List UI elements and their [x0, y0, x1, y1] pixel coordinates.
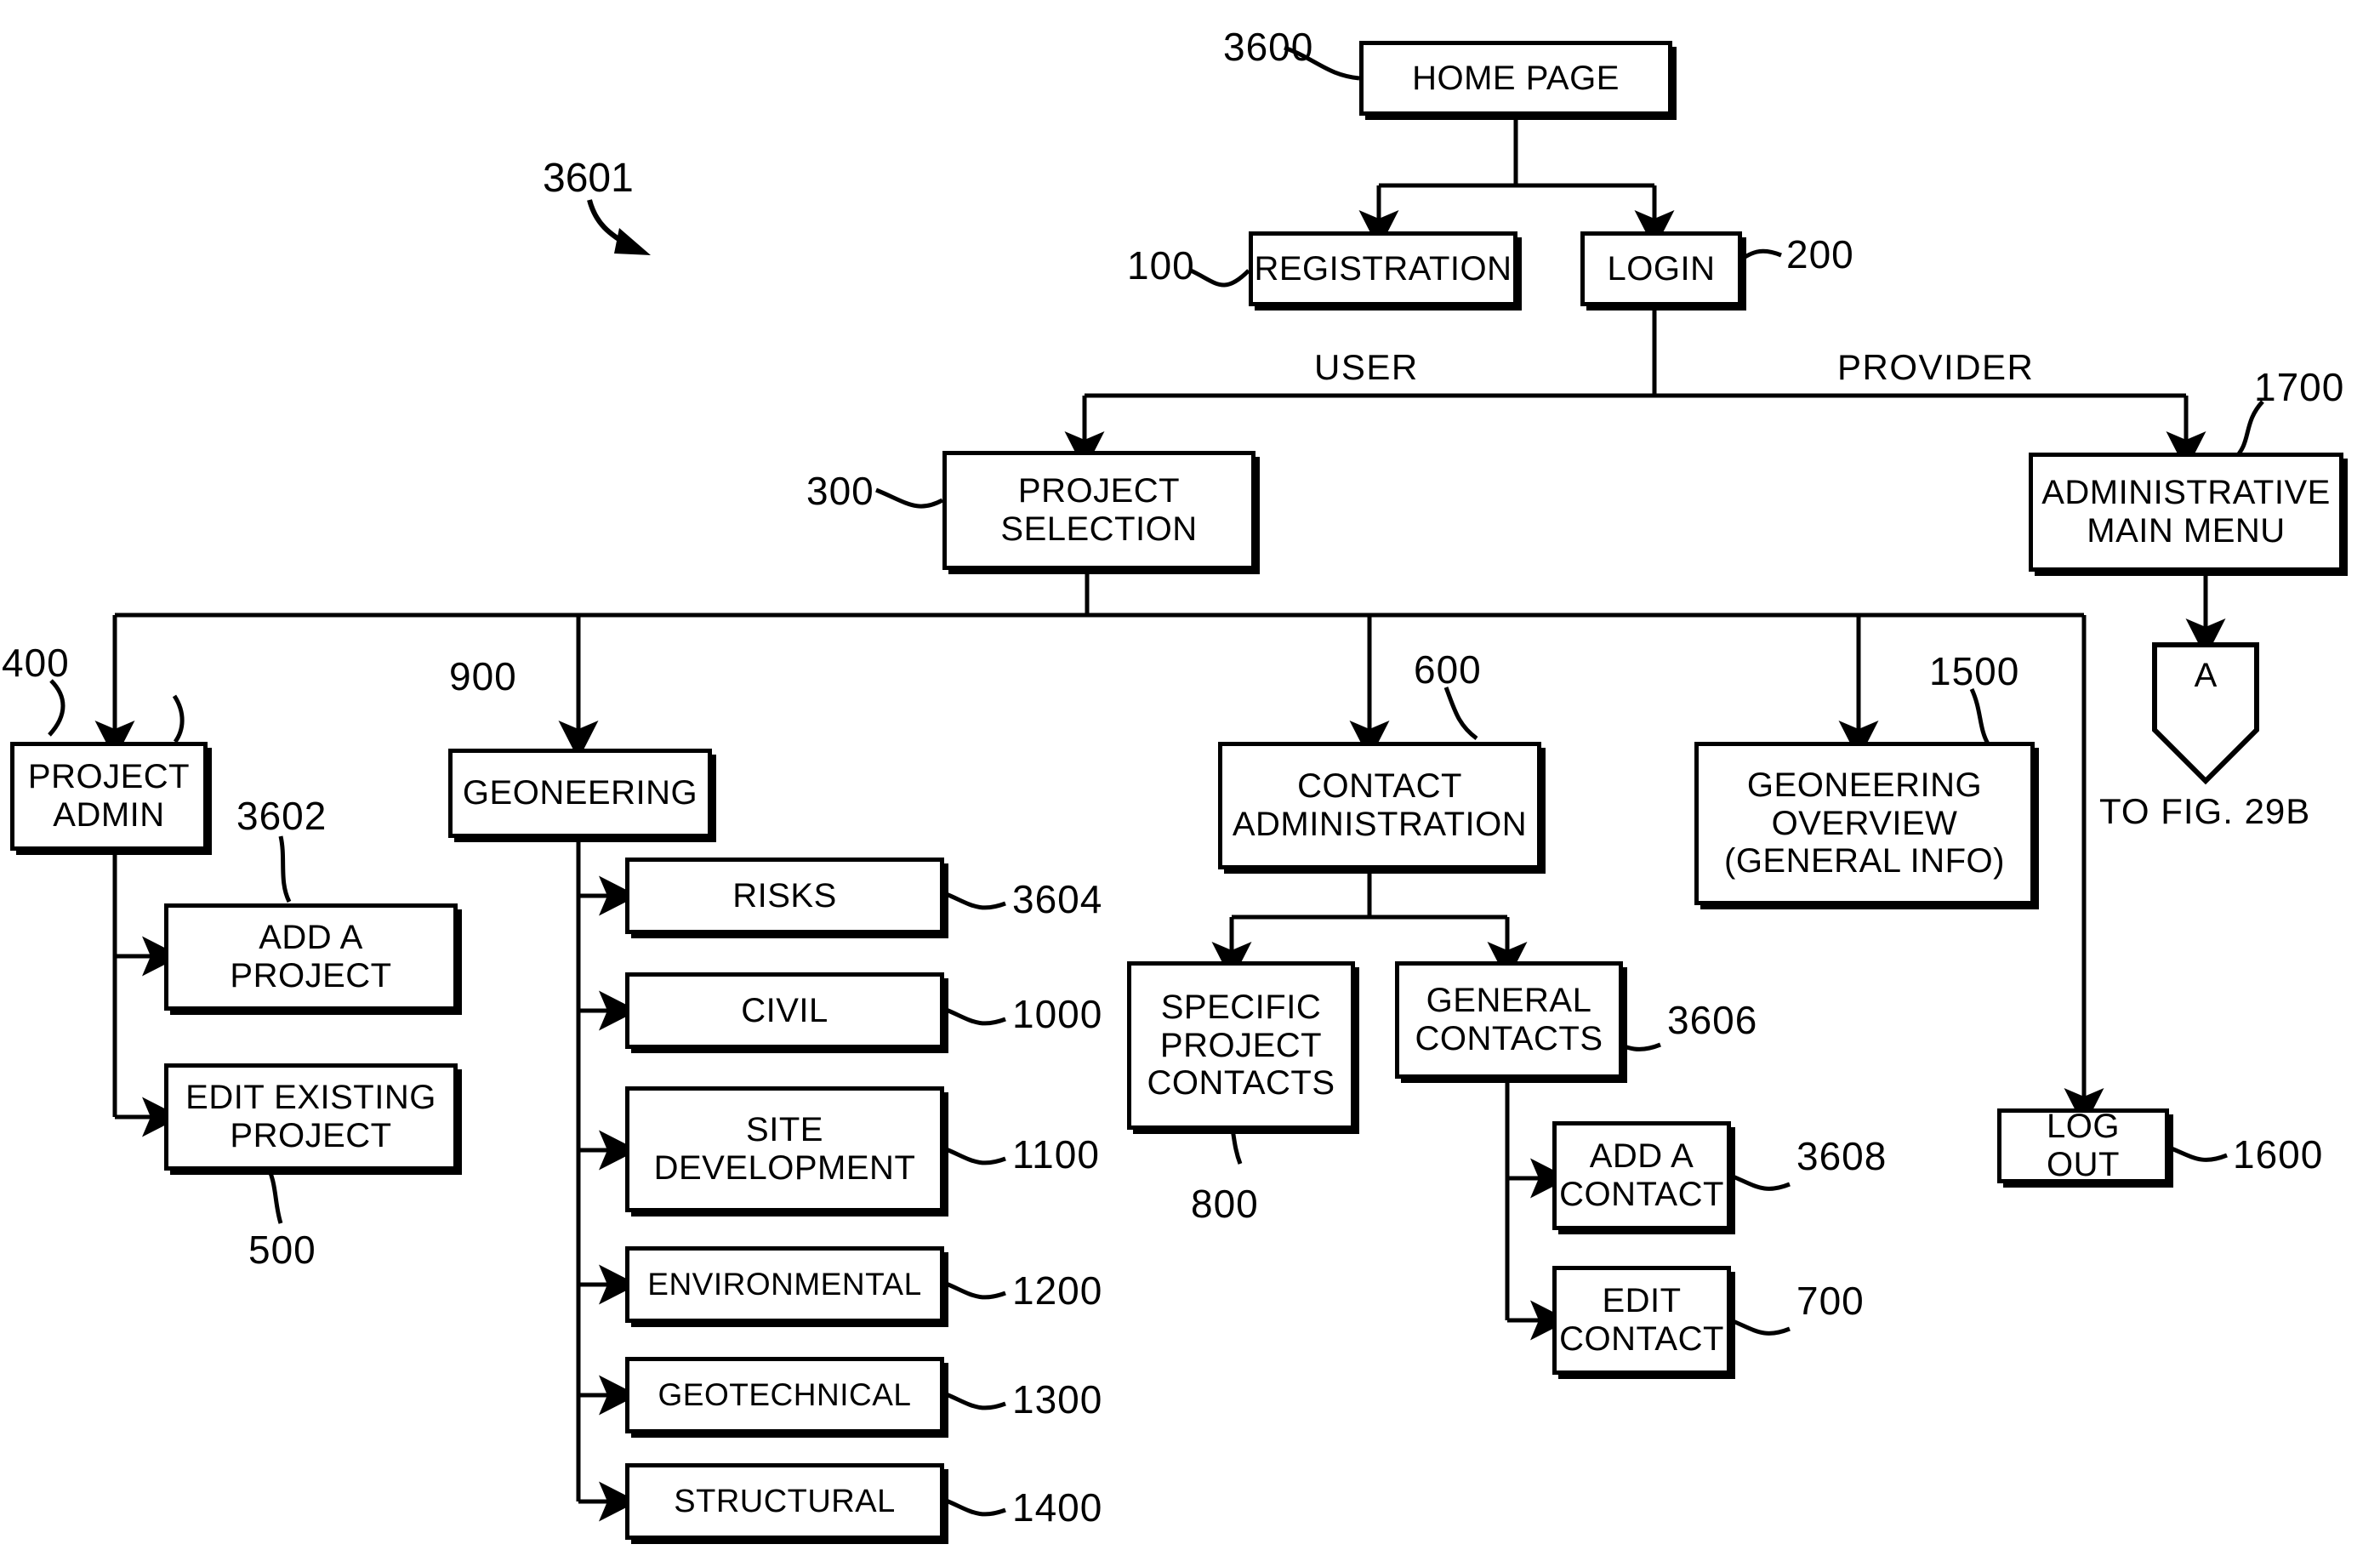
- edge-label-user: USER: [1314, 347, 1419, 387]
- node-geoneering-label: GEONEERING: [462, 774, 698, 812]
- node-login-label: LOGIN: [1607, 249, 1716, 288]
- ref-geotechnical: 1300: [1012, 1377, 1103, 1422]
- node-risks-label: RISKS: [732, 876, 837, 915]
- ref-registration: 100: [1127, 243, 1195, 288]
- node-administrative-main-menu[interactable]: ADMINISTRATIVE MAIN MENU: [2029, 453, 2343, 572]
- node-specific-project-contacts[interactable]: SPECIFIC PROJECT CONTACTS: [1127, 961, 1355, 1130]
- offpage-connector-a-label: A: [2194, 657, 2218, 694]
- node-environmental[interactable]: ENVIRONMENTAL: [625, 1246, 944, 1323]
- node-structural-label: STRUCTURAL: [674, 1483, 896, 1519]
- node-add-a-contact[interactable]: ADD A CONTACT: [1552, 1121, 1731, 1230]
- node-home-page-label: HOME PAGE: [1412, 59, 1620, 97]
- node-project-selection-label: PROJECT SELECTION: [1000, 472, 1198, 548]
- node-login[interactable]: LOGIN: [1580, 231, 1742, 306]
- node-add-a-project[interactable]: ADD A PROJECT: [164, 903, 458, 1011]
- node-site-development[interactable]: SITE DEVELOPMENT: [625, 1086, 944, 1212]
- ref-log-out: 1600: [2233, 1132, 2324, 1177]
- ref-project-admin: 400: [2, 641, 70, 685]
- node-project-selection[interactable]: PROJECT SELECTION: [942, 451, 1255, 570]
- node-geoneering-overview[interactable]: GEONEERING OVERVIEW (GENERAL INFO): [1694, 742, 2035, 905]
- node-edit-contact-label: EDIT CONTACT: [1559, 1282, 1724, 1358]
- ref-civil: 1000: [1012, 992, 1103, 1036]
- node-add-a-project-label: ADD A PROJECT: [230, 919, 392, 994]
- ref-administrative-main-menu: 1700: [2254, 365, 2345, 409]
- node-administrative-main-menu-label: ADMINISTRATIVE MAIN MENU: [2041, 474, 2331, 550]
- node-contact-administration[interactable]: CONTACT ADMINISTRATION: [1218, 742, 1541, 869]
- ref-contact-administration: 600: [1414, 647, 1482, 692]
- node-risks[interactable]: RISKS: [625, 858, 944, 934]
- offpage-connector-a[interactable]: A: [2155, 645, 2257, 730]
- node-geoneering-overview-label: GEONEERING OVERVIEW (GENERAL INFO): [1724, 766, 2005, 880]
- ref-specific-project-contacts: 800: [1191, 1182, 1259, 1226]
- node-specific-project-contacts-label: SPECIFIC PROJECT CONTACTS: [1147, 988, 1335, 1103]
- node-civil[interactable]: CIVIL: [625, 972, 944, 1049]
- ref-home-page: 3600: [1223, 25, 1314, 69]
- node-log-out[interactable]: LOG OUT: [1997, 1108, 2169, 1183]
- node-edit-existing-project-label: EDIT EXISTING PROJECT: [185, 1079, 436, 1154]
- figure-ref-3601: 3601: [543, 156, 634, 201]
- node-contact-administration-label: CONTACT ADMINISTRATION: [1232, 767, 1528, 843]
- node-add-a-contact-label: ADD A CONTACT: [1559, 1137, 1724, 1213]
- ref-project-selection: 300: [806, 469, 874, 513]
- node-registration[interactable]: REGISTRATION: [1249, 231, 1517, 306]
- ref-geoneering: 900: [449, 654, 517, 698]
- ref-structural: 1400: [1012, 1485, 1103, 1530]
- node-geotechnical[interactable]: GEOTECHNICAL: [625, 1357, 944, 1433]
- node-edit-existing-project[interactable]: EDIT EXISTING PROJECT: [164, 1063, 458, 1171]
- ref-edit-existing-project: 500: [248, 1228, 316, 1272]
- edge-label-provider: PROVIDER: [1837, 347, 2035, 387]
- ref-add-a-project: 3602: [236, 794, 327, 838]
- node-home-page[interactable]: HOME PAGE: [1359, 41, 1672, 116]
- node-geotechnical-label: GEOTECHNICAL: [658, 1377, 912, 1413]
- ref-environmental: 1200: [1012, 1268, 1103, 1313]
- node-geoneering[interactable]: GEONEERING: [448, 749, 712, 838]
- ref-edit-contact: 700: [1796, 1279, 1865, 1323]
- node-general-contacts-label: GENERAL CONTACTS: [1415, 982, 1603, 1057]
- node-environmental-label: ENVIRONMENTAL: [647, 1267, 922, 1302]
- ref-login: 200: [1786, 232, 1854, 276]
- node-edit-contact[interactable]: EDIT CONTACT: [1552, 1266, 1731, 1375]
- node-civil-label: CIVIL: [741, 991, 828, 1029]
- node-project-admin[interactable]: PROJECT ADMIN: [10, 742, 208, 851]
- node-site-development-label: SITE DEVELOPMENT: [653, 1111, 916, 1187]
- ref-site-development: 1100: [1012, 1132, 1100, 1177]
- ref-add-a-contact: 3608: [1796, 1134, 1887, 1178]
- node-structural[interactable]: STRUCTURAL: [625, 1463, 944, 1540]
- node-general-contacts[interactable]: GENERAL CONTACTS: [1395, 961, 1623, 1079]
- node-log-out-label: LOG OUT: [2047, 1108, 2120, 1183]
- patent-figure-canvas: HOME PAGE REGISTRATION LOGIN PROJECT SEL…: [0, 0, 2380, 1567]
- ref-general-contacts: 3606: [1667, 998, 1758, 1042]
- ref-risks: 3604: [1012, 877, 1103, 921]
- ref-geoneering-overview: 1500: [1929, 649, 2020, 693]
- node-project-admin-label: PROJECT ADMIN: [27, 758, 191, 834]
- offpage-destination-text: TO FIG. 29B: [2099, 791, 2311, 831]
- node-registration-label: REGISTRATION: [1254, 249, 1512, 288]
